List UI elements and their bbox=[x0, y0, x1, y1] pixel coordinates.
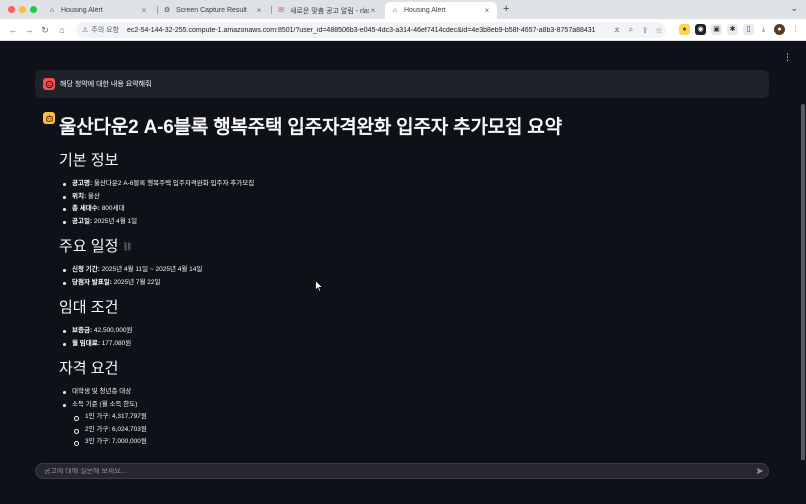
user-chat-message: 해당 청약에 대한 내용 요약해줘 bbox=[35, 70, 769, 98]
chat-input-box[interactable] bbox=[35, 463, 769, 479]
tab-close-icon[interactable]: × bbox=[483, 6, 491, 15]
back-icon[interactable]: ← bbox=[6, 23, 20, 37]
translate-icon[interactable]: ㅊ bbox=[610, 25, 624, 36]
section-heading: 주요 일정 ⛓ bbox=[59, 238, 133, 255]
list-item: 보증금: 42,500,000원 bbox=[59, 325, 759, 338]
send-icon bbox=[756, 467, 764, 475]
mouse-cursor-icon bbox=[315, 280, 323, 292]
list-item: 월 임대료: 177,080원 bbox=[59, 338, 759, 351]
download-icon[interactable]: ⤓ bbox=[758, 24, 769, 35]
url-text[interactable]: ec2-54-144-32-255.compute-1.amazonaws.co… bbox=[127, 27, 610, 34]
list-item: 대학생 및 청년층 대상 bbox=[59, 386, 759, 399]
tab-close-icon[interactable]: × bbox=[140, 6, 148, 15]
browser-tab-active[interactable]: ⌂ Housing Alert × bbox=[385, 2, 497, 19]
tab-close-icon[interactable]: × bbox=[255, 6, 263, 15]
house-icon: ⌂ bbox=[49, 6, 55, 14]
rent-list: 보증금: 42,500,000원 월 임대료: 177,080원 bbox=[59, 325, 759, 350]
list-item: 위치: 울산 bbox=[59, 191, 759, 204]
scrollbar[interactable] bbox=[801, 104, 805, 464]
app-main: ⋮ 해당 청약에 대한 내용 요약해줘 울산다운2 A-6블록 행복주택 입주자… bbox=[0, 42, 806, 504]
list-item: 당첨자 발표일: 2025년 7월 22일 bbox=[59, 277, 759, 290]
list-item: 소득 기준 (월 소득 한도) bbox=[59, 399, 759, 412]
maximize-window-button[interactable] bbox=[30, 6, 37, 13]
forward-icon[interactable]: → bbox=[22, 23, 36, 37]
tab-search-icon[interactable]: ⌄ bbox=[790, 3, 798, 14]
extension-icon[interactable]: ▣ bbox=[711, 24, 722, 35]
app-menu-icon[interactable]: ⋮ bbox=[783, 52, 792, 63]
section-heading: 기본 정보 bbox=[59, 152, 119, 169]
bookmark-star-icon[interactable]: ☆ bbox=[652, 26, 666, 35]
puzzle-icon[interactable]: ✱ bbox=[727, 24, 738, 35]
section-heading: 자격 요건 bbox=[59, 360, 119, 378]
user-message-text: 해당 청약에 대한 내용 요약해줘 bbox=[60, 81, 152, 88]
assistant-avatar-icon bbox=[43, 112, 55, 124]
user-avatar-icon bbox=[43, 78, 55, 90]
house-icon: ⌂ bbox=[392, 6, 398, 14]
list-item: 총 세대수: 800세대 bbox=[59, 203, 759, 216]
send-button[interactable] bbox=[752, 464, 768, 478]
home-icon[interactable]: ⌂ bbox=[55, 23, 69, 37]
list-item: 공고명: 울산다운2 A-6블록 행복주택 입주자격완화 입주자 추가모집 bbox=[59, 178, 759, 191]
assistant-message: 울산다운2 A-6블록 행복주택 입주자격완화 입주자 추가모집 요약 기본 정… bbox=[59, 114, 759, 449]
share-icon[interactable]: ⇪ bbox=[638, 26, 652, 35]
chat-input[interactable] bbox=[44, 467, 752, 475]
address-bar[interactable]: ⚠ 주의 요함 ec2-54-144-32-255.compute-1.amaz… bbox=[76, 22, 666, 38]
zoom-icon[interactable]: ⌕ bbox=[624, 25, 638, 35]
warning-icon: ⚠ bbox=[82, 27, 89, 34]
list-subitem: 2인 가구: 6,024,703원 bbox=[59, 424, 759, 437]
anchor-link-icon[interactable]: ⛓ bbox=[122, 242, 132, 251]
gear-icon: ⚙ bbox=[163, 6, 171, 14]
extension-icon[interactable]: ● bbox=[679, 24, 690, 35]
browser-tab[interactable]: ✉ 새로운 맞춤 공고 알림 - rlaxowl × bbox=[271, 2, 383, 19]
list-subitem: 3인 가구: 7,000,000원 bbox=[59, 436, 759, 449]
schedule-list: 신청 기간: 2025년 4월 11일 ~ 2025년 4월 14일 당첨자 발… bbox=[59, 264, 759, 289]
reload-icon[interactable]: ↻ bbox=[38, 23, 52, 37]
list-subitem: 1인 가구: 4,317,797원 bbox=[59, 411, 759, 424]
list-item: 신청 기간: 2025년 4월 11일 ~ 2025년 4월 14일 bbox=[59, 264, 759, 277]
avatar[interactable]: ● bbox=[774, 24, 785, 35]
summary-title: 울산다운2 A-6블록 행복주택 입주자격완화 입주자 추가모집 요약 bbox=[59, 117, 562, 138]
basic-info-list: 공고명: 울산다운2 A-6블록 행복주택 입주자격완화 입주자 추가모집 위치… bbox=[59, 178, 759, 228]
list-item: 공고일: 2025년 4월 1일 bbox=[59, 216, 759, 229]
browser-toolbar: ← → ↻ ⌂ ⚠ 주의 요함 ec2-54-144-32-255.comput… bbox=[0, 19, 806, 41]
minimize-window-button[interactable] bbox=[19, 6, 26, 13]
mail-icon: ✉ bbox=[278, 6, 284, 14]
browser-tab-bar: ⌂ Housing Alert × ⚙ Screen Capture Resul… bbox=[0, 0, 806, 19]
sidebar-icon[interactable]: ▯ bbox=[743, 24, 754, 35]
browser-menu-icon[interactable]: ⋮ bbox=[790, 24, 801, 35]
new-tab-button[interactable]: + bbox=[503, 3, 509, 15]
eligibility-list: 대학생 및 청년층 대상 소득 기준 (월 소득 한도) 1인 가구: 4,31… bbox=[59, 386, 759, 449]
close-window-button[interactable] bbox=[8, 6, 15, 13]
browser-tab[interactable]: ⚙ Screen Capture Result × bbox=[157, 2, 269, 19]
security-indicator[interactable]: ⚠ 주의 요함 bbox=[82, 25, 119, 35]
tab-close-icon[interactable]: × bbox=[369, 6, 377, 15]
extension-icon[interactable]: ◉ bbox=[695, 24, 706, 35]
browser-tab[interactable]: ⌂ Housing Alert × bbox=[42, 2, 154, 19]
section-heading: 임대 조건 bbox=[59, 299, 119, 317]
